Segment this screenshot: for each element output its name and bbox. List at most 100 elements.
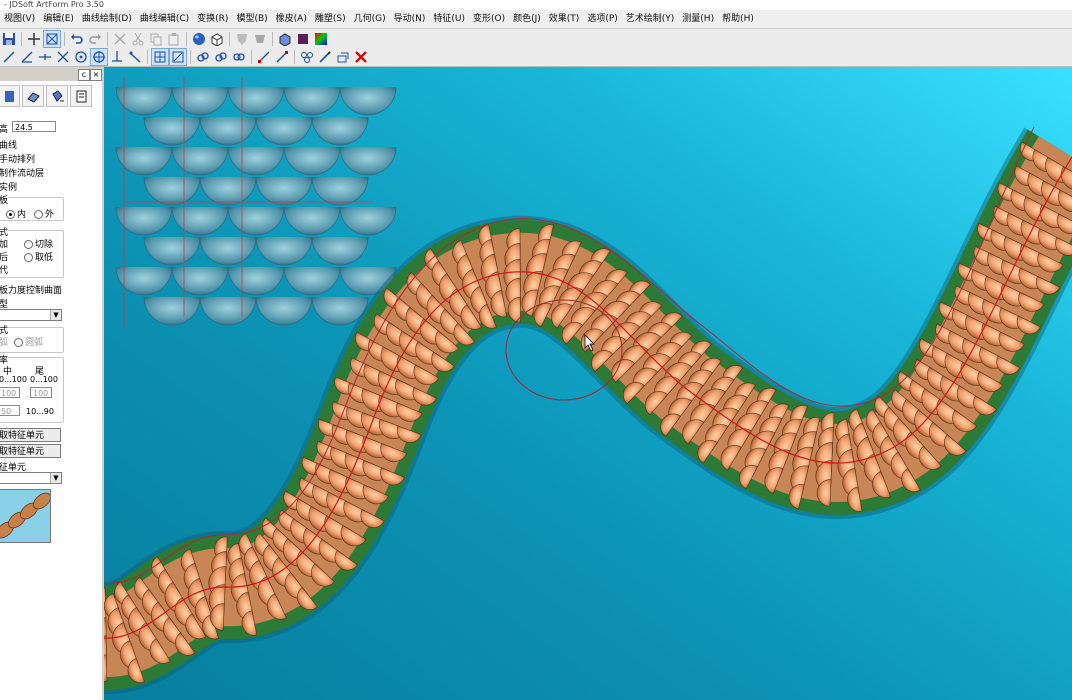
menu-edit[interactable]: 编辑(E): [39, 10, 78, 28]
palette-icon[interactable]: [313, 31, 329, 47]
link2-icon[interactable]: [213, 49, 229, 65]
feature-unit-select[interactable]: ▼: [0, 472, 62, 484]
sphere-icon[interactable]: [191, 31, 207, 47]
menu-deform[interactable]: 变形(O): [469, 10, 509, 28]
radio-inner-label: 内: [17, 210, 27, 220]
tail-value-input[interactable]: 100: [30, 387, 52, 398]
tab-eraser-icon[interactable]: [22, 85, 44, 107]
paste-icon[interactable]: [166, 31, 182, 47]
menu-sculpt[interactable]: 雕塑(S): [311, 10, 350, 28]
wand-icon[interactable]: [127, 49, 143, 65]
cluster-icon[interactable]: [299, 49, 315, 65]
tab-bucket-icon[interactable]: [46, 85, 68, 107]
menu-guide[interactable]: 导动(N): [390, 10, 430, 28]
feature-preview-thumbnail[interactable]: [0, 489, 51, 543]
angle-icon[interactable]: [19, 49, 35, 65]
menu-model[interactable]: 模型(B): [232, 10, 271, 28]
cube-icon[interactable]: [209, 31, 225, 47]
menu-effect[interactable]: 效果(T): [545, 10, 584, 28]
cross-icon[interactable]: [55, 49, 71, 65]
pattern-scale: [311, 116, 369, 146]
block-icon[interactable]: [295, 31, 311, 47]
menu-view[interactable]: 视图(V): [0, 10, 39, 28]
style-arc[interactable]: 弧: [0, 335, 8, 348]
option-curve[interactable]: 曲线: [0, 138, 17, 151]
range-mid: 0...100: [0, 375, 27, 384]
brush-icon[interactable]: [317, 49, 333, 65]
menu-options[interactable]: 选项(P): [583, 10, 621, 28]
mid-value-input[interactable]: 100: [0, 387, 20, 398]
panel-tabs: [0, 85, 100, 109]
style-round-arc[interactable]: 圆弧: [14, 335, 43, 348]
grid-icon[interactable]: [26, 31, 42, 47]
redo-icon[interactable]: [87, 31, 103, 47]
scene-canvas[interactable]: [104, 67, 1072, 700]
mode-lower[interactable]: 取低: [24, 250, 53, 263]
menu-transform[interactable]: 变换(R): [193, 10, 232, 28]
pattern-scale: [255, 176, 313, 206]
menu-bar: 视图(V) 编辑(E) 曲线绘制(D) 曲线编辑(C) 变换(R) 模型(B) …: [0, 10, 1072, 29]
menu-curve-draw[interactable]: 曲线绘制(D): [78, 10, 136, 28]
pattern-scale: [311, 176, 369, 206]
menu-color[interactable]: 颜色(J): [509, 10, 545, 28]
panel-close-icon[interactable]: ×: [90, 69, 102, 81]
tab-document-icon[interactable]: [70, 85, 92, 107]
radio-inner[interactable]: 内: [6, 207, 26, 220]
toolbar-separator: [229, 31, 230, 46]
tab-pattern-icon[interactable]: [0, 85, 20, 107]
circle-icon[interactable]: [73, 49, 89, 65]
mode-upper[interactable]: 后: [0, 250, 8, 263]
toolbar-separator: [186, 31, 187, 46]
delete-icon[interactable]: [353, 49, 369, 65]
menu-measure[interactable]: 测量(H): [678, 10, 718, 28]
pattern-scale: [115, 86, 173, 116]
link3-icon[interactable]: [231, 49, 247, 65]
mode-lower-label: 取低: [35, 253, 54, 263]
pick-feature-button[interactable]: 取特征单元: [0, 428, 61, 442]
shield-icon[interactable]: [234, 31, 250, 47]
line-icon[interactable]: [1, 49, 17, 65]
mode-cut[interactable]: 切除: [24, 237, 53, 250]
type-select[interactable]: ▼: [0, 309, 62, 321]
menu-art-draw[interactable]: 艺术绘制(Y): [622, 10, 679, 28]
radio-inner-dot: [6, 210, 15, 219]
copy-icon[interactable]: [148, 31, 164, 47]
snap-point-icon[interactable]: [169, 48, 187, 66]
mid2-value-input[interactable]: 50: [0, 405, 20, 416]
menu-feature[interactable]: 特征(U): [429, 10, 469, 28]
menu-geometry[interactable]: 几何(G): [350, 10, 390, 28]
height-input[interactable]: 24.5: [12, 121, 56, 132]
anchor-icon[interactable]: [109, 49, 125, 65]
snap-grid-icon[interactable]: [151, 48, 169, 66]
shield2-icon[interactable]: [252, 31, 268, 47]
menu-eraser[interactable]: 橡皮(A): [272, 10, 311, 28]
undo-icon[interactable]: [69, 31, 85, 47]
layer-icon[interactable]: [335, 49, 351, 65]
menu-curve-edit[interactable]: 曲线编辑(C): [136, 10, 193, 28]
stiffness-option[interactable]: 板力度控制曲面: [0, 283, 62, 296]
scissors-icon[interactable]: [130, 31, 146, 47]
select-box-icon[interactable]: [43, 29, 61, 48]
3d-viewport[interactable]: [104, 67, 1072, 700]
menu-help[interactable]: 帮助(H): [718, 10, 758, 28]
node2-icon[interactable]: [274, 49, 290, 65]
circle2-icon[interactable]: [90, 48, 108, 66]
option-flow-layer[interactable]: 制作流动层: [0, 166, 44, 179]
radio-outer[interactable]: 外: [34, 207, 54, 220]
panel-pin-icon[interactable]: c: [78, 69, 90, 81]
color-cube-icon[interactable]: [277, 31, 293, 47]
property-panel: c × 高 24.5 曲线 手动排列 制作流动层 实例 板 内 外 式 加 切除…: [0, 67, 104, 700]
pick-feature-button-2[interactable]: 取特征单元: [0, 444, 61, 458]
mode-replace[interactable]: 代: [0, 263, 8, 276]
node-icon[interactable]: [256, 49, 272, 65]
cut-icon[interactable]: [112, 31, 128, 47]
toolbar-separator: [64, 31, 65, 46]
link-icon[interactable]: [195, 49, 211, 65]
option-instance[interactable]: 实例: [0, 180, 17, 193]
chevron-down-icon: ▼: [50, 473, 61, 483]
pattern-scale: [339, 86, 397, 116]
move-icon[interactable]: [37, 49, 53, 65]
option-auto-arrange[interactable]: 手动排列: [0, 152, 35, 165]
save-icon[interactable]: [1, 31, 17, 47]
mode-add[interactable]: 加: [0, 237, 8, 250]
